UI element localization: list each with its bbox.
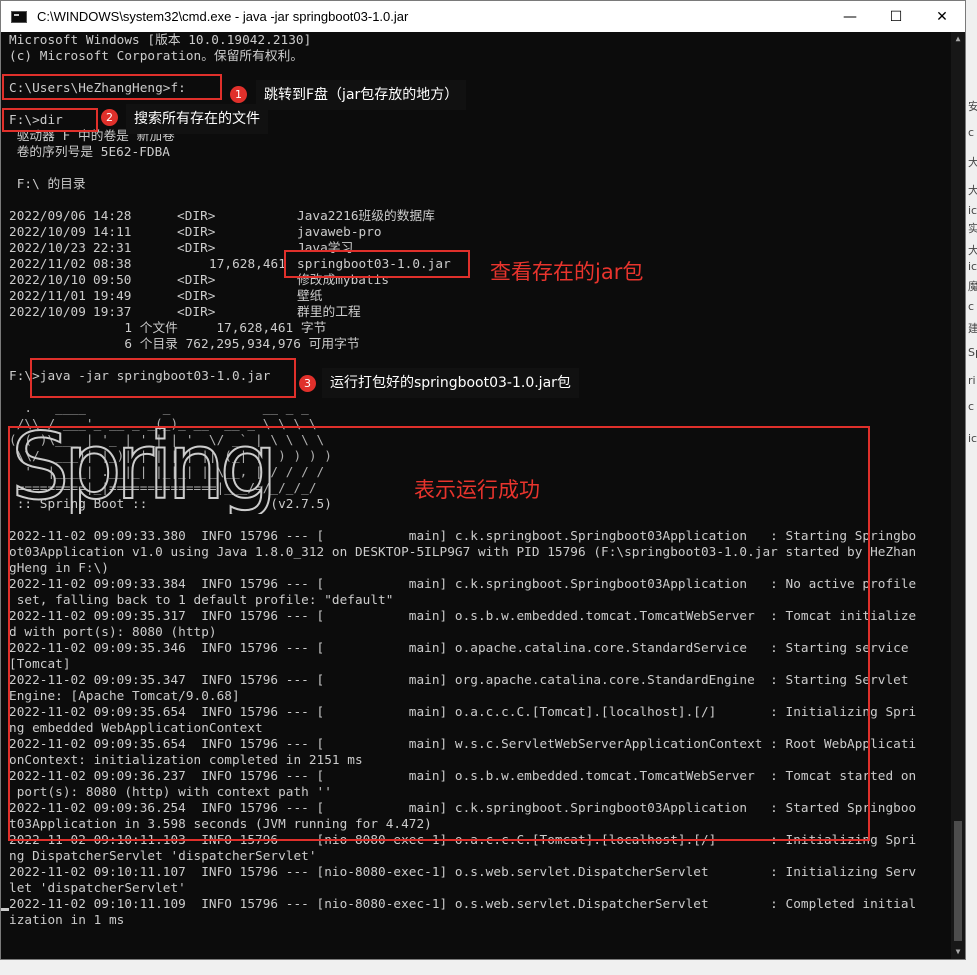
background-text: 大 xyxy=(968,156,977,169)
dir-entry-date: 2022/10/09 xyxy=(9,304,86,319)
background-text: ic xyxy=(968,204,977,217)
dir-entry-type: <DIR> xyxy=(177,288,216,303)
minimize-button[interactable]: — xyxy=(827,1,873,32)
background-text: c xyxy=(968,126,975,139)
dir-entry-type: <DIR> xyxy=(177,240,216,255)
annotation-cd: 跳转到F盘（jar包存放的地方） xyxy=(256,80,467,110)
step-badge-2: 2 xyxy=(101,109,118,126)
highlight-box-jar xyxy=(284,250,470,278)
dir-entry-time: 09:50 xyxy=(93,272,132,287)
background-text: Sp xyxy=(968,346,977,359)
console-line: (c) Microsoft Corporation。保留所有权利。 xyxy=(9,48,304,63)
dir-entry-name: Java2216班级的数据库 xyxy=(297,208,435,223)
highlight-box-run xyxy=(30,358,296,398)
console-line: 6 个目录 762,295,934,976 可用字节 xyxy=(9,336,360,351)
console-line: Microsoft Windows [版本 10.0.19042.2130] xyxy=(9,32,312,47)
dir-entry-date: 2022/11/02 xyxy=(9,256,86,271)
annotation-jar: 查看存在的jar包 xyxy=(490,260,644,284)
log-line: 2022-11-02 09:10:11.107 INFO 15796 --- [… xyxy=(9,864,917,879)
background-text: ic xyxy=(968,432,977,445)
background-text: 安 xyxy=(968,100,977,113)
dir-entry-type: <DIR> xyxy=(177,272,216,287)
background-text: 大 xyxy=(968,244,977,257)
dir-entry-date: 2022/10/10 xyxy=(9,272,86,287)
dir-entry-name: javaweb-pro xyxy=(297,224,382,239)
dir-entry-time: 22:31 xyxy=(93,240,132,255)
log-line: ization in 1 ms xyxy=(9,912,125,927)
banner-line: . ____ _ __ _ _ xyxy=(9,400,309,415)
title-bar[interactable]: C:\WINDOWS\system32\cmd.exe - java -jar … xyxy=(1,1,965,32)
dir-entry-date: 2022/11/01 xyxy=(9,288,86,303)
step-badge-3: 3 xyxy=(299,375,316,392)
dir-entry-date: 2022/10/23 xyxy=(9,240,86,255)
console-line: 卷的序列号是 5E62-FDBA xyxy=(9,144,170,159)
background-text: ic xyxy=(968,260,977,273)
scroll-down-arrow-icon[interactable]: ▼ xyxy=(951,945,965,959)
step-badge-1: 1 xyxy=(230,86,247,103)
dir-entry-time: 08:38 xyxy=(93,256,132,271)
highlight-box-cd xyxy=(2,74,222,100)
annotation-success: 表示运行成功 xyxy=(414,478,540,502)
dir-entry-type: <DIR> xyxy=(177,224,216,239)
console-line: F:\ 的目录 xyxy=(9,176,86,191)
background-text: c xyxy=(968,400,975,413)
scrollbar-thumb[interactable] xyxy=(954,821,962,941)
log-line: let 'dispatcherServlet' xyxy=(9,880,186,895)
scrollbar[interactable]: ▲ ▼ xyxy=(951,32,965,959)
scroll-up-arrow-icon[interactable]: ▲ xyxy=(951,32,965,46)
annotation-dir: 搜索所有存在的文件 xyxy=(126,104,268,134)
dir-entry-date: 2022/09/06 xyxy=(9,208,86,223)
dir-entry-type: <DIR> xyxy=(177,304,216,319)
background-text: ri xyxy=(968,374,976,387)
dir-entry-name: 壁纸 xyxy=(297,288,323,303)
annotation-run: 运行打包好的springboot03-1.0.jar包 xyxy=(322,368,579,398)
maximize-button[interactable]: ☐ xyxy=(873,1,919,32)
window-title: C:\WINDOWS\system32\cmd.exe - java -jar … xyxy=(37,9,409,24)
close-button[interactable]: ✕ xyxy=(919,1,965,32)
log-line: ng DispatcherServlet 'dispatcherServlet' xyxy=(9,848,317,863)
highlight-box-dir xyxy=(2,108,98,132)
dir-entry-size: 17,628,461 xyxy=(209,256,286,271)
window-controls: — ☐ ✕ xyxy=(827,1,965,32)
dir-entry-time: 14:28 xyxy=(93,208,132,223)
dir-entry-time: 19:37 xyxy=(93,304,132,319)
background-text: 实 xyxy=(968,222,977,235)
cmd-icon xyxy=(11,10,27,23)
console-line: 1 个文件 17,628,461 字节 xyxy=(9,320,327,335)
background-text: 魔 xyxy=(968,280,977,293)
background-desktop xyxy=(966,0,977,975)
log-line: 2022-11-02 09:10:11.109 INFO 15796 --- [… xyxy=(9,896,917,911)
text-cursor xyxy=(1,908,9,911)
dir-entry-name: 群里的工程 xyxy=(297,304,361,319)
dir-entry-date: 2022/10/09 xyxy=(9,224,86,239)
background-text: 大 xyxy=(968,184,977,197)
dir-entry-type: <DIR> xyxy=(177,208,216,223)
background-text: c xyxy=(968,300,975,313)
dir-entry-time: 14:11 xyxy=(93,224,132,239)
dir-entry-time: 19:49 xyxy=(93,288,132,303)
background-text: 建 xyxy=(968,322,977,335)
